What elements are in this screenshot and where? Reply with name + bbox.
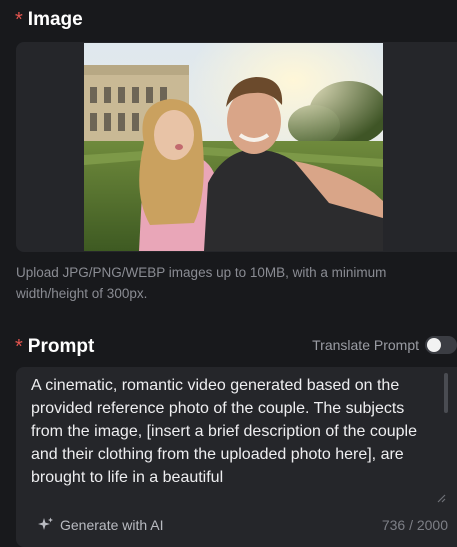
- sparkle-icon: [38, 517, 53, 530]
- upload-help-text: Upload JPG/PNG/WEBP images up to 10MB, w…: [16, 265, 387, 301]
- translate-prompt-label: Translate Prompt: [312, 337, 419, 353]
- prompt-label-text: Prompt: [27, 335, 95, 357]
- prompt-textarea[interactable]: A cinematic, romantic video generated ba…: [16, 367, 457, 547]
- generate-with-ai-button[interactable]: Generate with AI: [38, 517, 164, 533]
- resize-handle-icon[interactable]: [436, 493, 446, 503]
- required-asterisk: *: [15, 9, 23, 31]
- translate-prompt-toggle-group[interactable]: Translate Prompt: [312, 336, 457, 354]
- prompt-text[interactable]: A cinematic, romantic video generated ba…: [31, 374, 431, 489]
- generate-with-ai-label: Generate with AI: [60, 517, 164, 533]
- translate-prompt-toggle[interactable]: [425, 336, 457, 354]
- required-asterisk: *: [15, 336, 23, 358]
- character-counter: 736 / 2000: [381, 517, 448, 533]
- prompt-scrollbar[interactable]: [444, 373, 448, 413]
- image-upload-area[interactable]: [16, 42, 457, 252]
- toggle-knob: [427, 338, 441, 352]
- prompt-section-label: * Prompt: [15, 335, 95, 359]
- image-section-label: * Image: [15, 8, 83, 32]
- uploaded-image-preview[interactable]: [84, 43, 383, 251]
- image-label-text: Image: [27, 8, 83, 30]
